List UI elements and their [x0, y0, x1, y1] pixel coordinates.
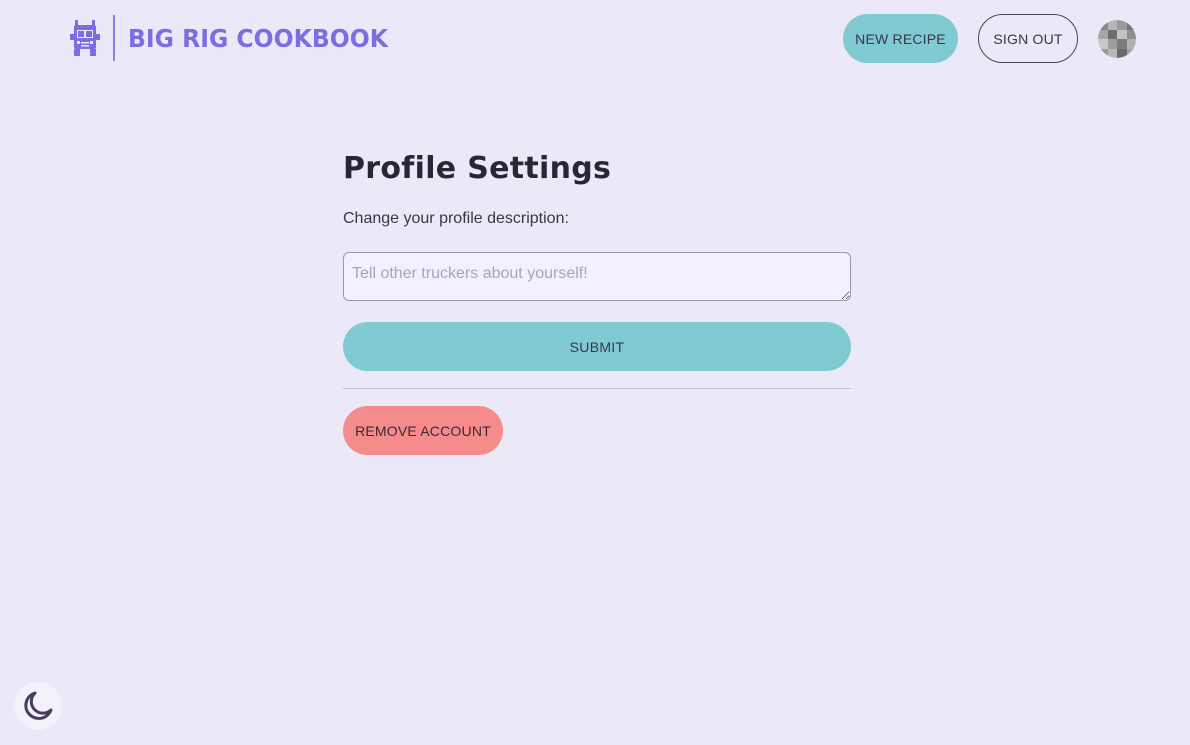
new-recipe-button[interactable]: NEW RECIPE — [843, 14, 958, 63]
divider — [343, 388, 851, 389]
brand-name[interactable]: BIG RIG COOKBOOK — [128, 24, 388, 53]
brand-divider — [113, 15, 115, 61]
submit-button[interactable]: SUBMIT — [343, 322, 851, 371]
truck-icon — [70, 20, 100, 56]
user-avatar[interactable] — [1098, 20, 1136, 58]
brand[interactable]: BIG RIG COOKBOOK — [70, 15, 405, 61]
moon-icon — [24, 691, 53, 720]
theme-toggle-button[interactable] — [14, 682, 62, 730]
remove-account-button[interactable]: REMOVE ACCOUNT — [343, 406, 503, 455]
description-label: Change your profile description: — [343, 210, 569, 227]
site-header: BIG RIG COOKBOOK NEW RECIPE SIGN OUT — [0, 0, 1190, 80]
profile-settings-form: Profile Settings Change your profile des… — [343, 150, 851, 455]
sign-out-button[interactable]: SIGN OUT — [978, 14, 1078, 63]
page-title: Profile Settings — [343, 151, 612, 186]
profile-description-input[interactable] — [343, 252, 851, 301]
